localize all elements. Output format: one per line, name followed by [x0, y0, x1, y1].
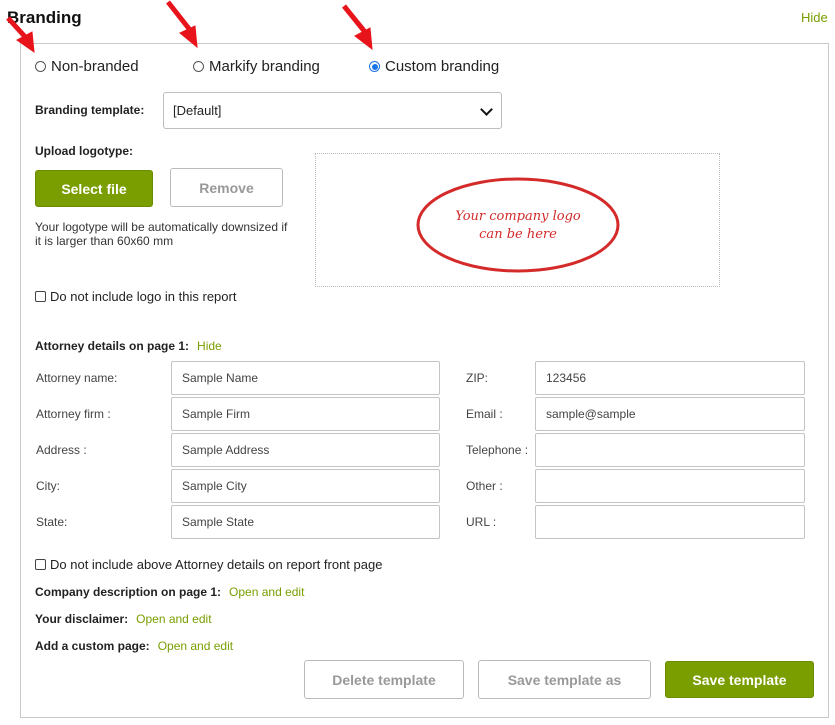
arrow-icon: [166, 0, 198, 49]
arrow-icon: [6, 16, 35, 54]
annotation-arrows: [6, 0, 373, 54]
arrow-icon: [342, 4, 373, 51]
